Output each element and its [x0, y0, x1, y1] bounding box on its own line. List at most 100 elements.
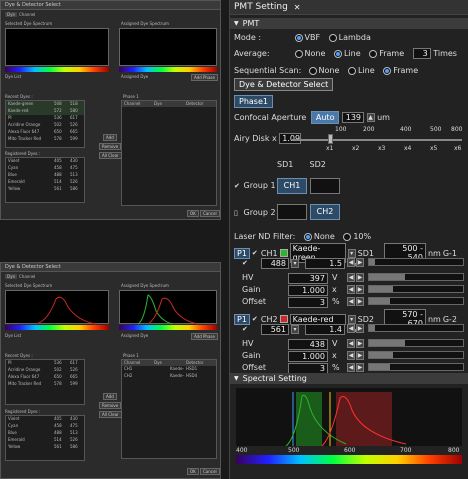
- value-slider[interactable]: [368, 351, 464, 359]
- group1-checkbox[interactable]: ✔: [234, 183, 241, 190]
- laser-power-input[interactable]: 1.5: [305, 258, 345, 269]
- stepper-buttons[interactable]: ◀ ▶: [347, 363, 364, 372]
- group2-sd1-slot[interactable]: [277, 204, 307, 220]
- dye-select[interactable]: Kaede-red: [289, 313, 346, 325]
- auto-button[interactable]: Auto: [310, 111, 340, 124]
- increment-icon[interactable]: ▶: [356, 351, 364, 360]
- close-icon[interactable]: ✕: [294, 3, 301, 12]
- dye-row[interactable]: Acridine Orange 502 526: [6, 122, 84, 129]
- value-slider[interactable]: [368, 324, 464, 332]
- aperture-spinner[interactable]: ▲: [366, 113, 375, 122]
- avg-line-radio[interactable]: [333, 49, 342, 58]
- hv-input[interactable]: 438: [288, 339, 328, 350]
- dye-row[interactable]: CH2 Kaede-redHSD4: [122, 373, 216, 380]
- dye-row[interactable]: Alexa Fluor 647 650 665: [6, 129, 84, 136]
- value-slider[interactable]: [368, 363, 464, 371]
- gain-input[interactable]: 1.000: [288, 351, 328, 362]
- laser-power-input[interactable]: 1.4: [305, 324, 345, 335]
- stepper-buttons[interactable]: ◀ ▶: [347, 258, 364, 267]
- decrement-icon[interactable]: ◀: [347, 324, 355, 333]
- cancel-button[interactable]: Cancel: [200, 210, 220, 217]
- laser-dropdown-icon[interactable]: ▾: [291, 259, 299, 268]
- decrement-icon[interactable]: ◀: [347, 339, 355, 348]
- dye-row[interactable]: Mito Tracker Red 578 599: [6, 136, 84, 143]
- add-button[interactable]: Add: [103, 393, 117, 400]
- all-clear-button[interactable]: All Clear: [99, 411, 122, 418]
- dye-row[interactable]: Kaede-green 508 518: [6, 101, 84, 108]
- group2-checkbox[interactable]: ▯: [234, 210, 241, 217]
- avg-none-radio[interactable]: [294, 49, 303, 58]
- laser-checkbox[interactable]: ✔: [242, 260, 249, 267]
- panel-tab[interactable]: PMT Setting ✕: [230, 0, 468, 15]
- increment-icon[interactable]: ▶: [356, 297, 364, 306]
- dye-row[interactable]: Yellow 561 586: [6, 186, 84, 193]
- stepper-buttons[interactable]: ◀ ▶: [347, 297, 364, 306]
- tab-dye[interactable]: Dye: [5, 12, 17, 17]
- dye-row[interactable]: Emerald 514 526: [6, 437, 84, 444]
- dye-row[interactable]: Kaede-red 572 580: [6, 108, 84, 115]
- group2-sd2-slot[interactable]: CH2: [310, 204, 340, 220]
- laser-select[interactable]: 488: [261, 258, 289, 269]
- dye-row[interactable]: Cyan 458 475: [6, 165, 84, 172]
- tab-dye[interactable]: Dye: [5, 274, 17, 279]
- phase1-tab[interactable]: Phase1: [234, 95, 273, 108]
- ok-button[interactable]: OK: [187, 468, 199, 475]
- cancel-button[interactable]: Cancel: [200, 468, 220, 475]
- seq-none-radio[interactable]: [308, 66, 317, 75]
- nd-10-radio[interactable]: [343, 232, 352, 241]
- dye-row[interactable]: Alexa Fluor 647 650 665: [6, 374, 84, 381]
- mode-lambda-radio[interactable]: [328, 33, 337, 42]
- stepper-buttons[interactable]: ◀ ▶: [347, 351, 364, 360]
- stepper-buttons[interactable]: ◀ ▶: [347, 324, 364, 333]
- decrement-icon[interactable]: ◀: [347, 258, 355, 267]
- value-slider[interactable]: [368, 285, 464, 293]
- seq-frame-radio[interactable]: [383, 66, 392, 75]
- spectral-section-header[interactable]: ▼ Spectral Setting: [230, 373, 468, 384]
- decrement-icon[interactable]: ◀: [347, 351, 355, 360]
- all-clear-button[interactable]: All Clear: [99, 152, 122, 159]
- add-phase-button[interactable]: Add Phase: [191, 74, 218, 81]
- increment-icon[interactable]: ▶: [356, 324, 364, 333]
- aperture-input[interactable]: 139: [342, 112, 365, 123]
- remove-button[interactable]: Remove: [99, 143, 122, 150]
- decrement-icon[interactable]: ◀: [347, 273, 355, 282]
- channel-enable-checkbox[interactable]: ✔: [252, 315, 259, 323]
- mode-vbf-radio[interactable]: [294, 33, 303, 42]
- ok-button[interactable]: OK: [187, 210, 199, 217]
- pmt-section-header[interactable]: ▼ PMT: [230, 18, 468, 29]
- value-slider[interactable]: [368, 273, 464, 281]
- dye-row[interactable]: Violet 405 430: [6, 158, 84, 165]
- group1-sd2-slot[interactable]: [310, 178, 340, 194]
- dye-dropdown-icon[interactable]: ▾: [347, 314, 356, 324]
- dye-detector-select-button[interactable]: Dye & Detector Select: [234, 78, 334, 91]
- dye-row[interactable]: PI 536 617: [6, 360, 84, 367]
- stepper-buttons[interactable]: ◀ ▶: [347, 285, 364, 294]
- remove-button[interactable]: Remove: [99, 402, 122, 409]
- increment-icon[interactable]: ▶: [356, 258, 364, 267]
- channel-enable-checkbox[interactable]: ✔: [252, 249, 259, 257]
- tab-channel[interactable]: Channel: [19, 12, 35, 17]
- dye-row[interactable]: Cyan 458 475: [6, 423, 84, 430]
- avg-times-select[interactable]: 3: [412, 48, 431, 59]
- group1-sd1-slot[interactable]: CH1: [277, 178, 307, 194]
- add-phase-button[interactable]: Add Phase: [191, 333, 218, 340]
- nd-none-radio[interactable]: [303, 232, 312, 241]
- dye-row[interactable]: Yellow 561 586: [6, 444, 84, 451]
- value-slider[interactable]: [368, 339, 464, 347]
- laser-checkbox[interactable]: ✔: [242, 326, 249, 333]
- value-slider[interactable]: [368, 297, 464, 305]
- airy-slider-handle[interactable]: [328, 134, 333, 144]
- stepper-buttons[interactable]: ◀ ▶: [347, 339, 364, 348]
- increment-icon[interactable]: ▶: [356, 285, 364, 294]
- dye-dropdown-icon[interactable]: ▾: [347, 248, 356, 258]
- dye-row[interactable]: Blue 488 513: [6, 430, 84, 437]
- add-button[interactable]: Add: [103, 134, 117, 141]
- dye-row[interactable]: Mito Tracker Red 578 599: [6, 381, 84, 388]
- seq-line-radio[interactable]: [347, 66, 356, 75]
- avg-frame-radio[interactable]: [369, 49, 378, 58]
- dye-row[interactable]: Violet 405 430: [6, 416, 84, 423]
- increment-icon[interactable]: ▶: [356, 273, 364, 282]
- dye-row[interactable]: CH1 Kaede-greenHSD1: [122, 366, 216, 373]
- value-slider[interactable]: [368, 258, 464, 266]
- stepper-buttons[interactable]: ◀ ▶: [347, 273, 364, 282]
